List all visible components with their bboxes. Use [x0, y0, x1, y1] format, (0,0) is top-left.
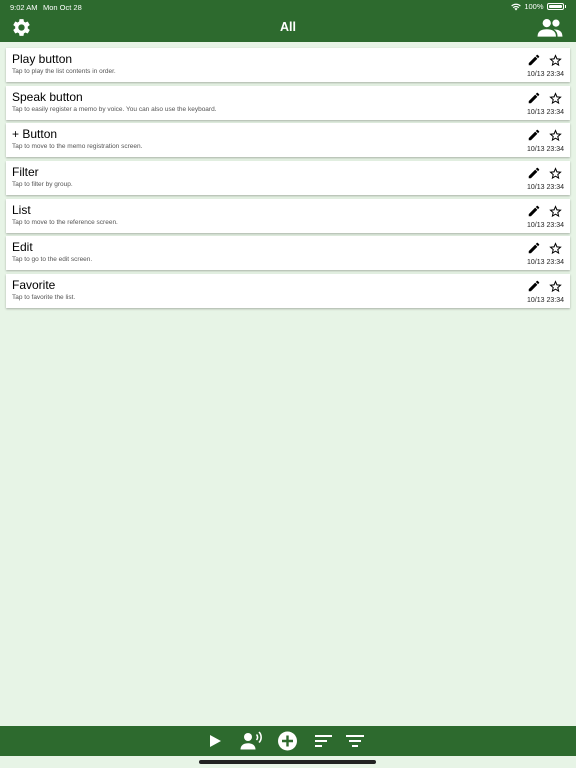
memo-description: Tap to favorite the list.	[12, 294, 76, 302]
pencil-icon[interactable]	[527, 128, 541, 142]
memo-title: Favorite	[12, 278, 56, 293]
star-icon[interactable]	[548, 91, 563, 106]
users-icon[interactable]	[537, 18, 563, 38]
memo-title: Speak button	[12, 89, 83, 104]
list-item[interactable]: Play button Tap to play the list content…	[6, 48, 570, 82]
list-item[interactable]: Edit Tap to go to the edit screen. 10/13…	[6, 236, 570, 271]
list-item[interactable]: List Tap to move to the reference screen…	[6, 198, 570, 233]
list-item[interactable]: Filter Tap to filter by group. 10/13 23:…	[6, 161, 570, 196]
star-icon[interactable]	[548, 241, 563, 256]
memo-timestamp: 10/13 23:34	[527, 146, 564, 154]
pencil-icon[interactable]	[527, 91, 541, 105]
memo-title: Play button	[12, 52, 73, 66]
pencil-icon[interactable]	[527, 166, 541, 180]
home-indicator[interactable]	[199, 760, 376, 764]
star-icon[interactable]	[548, 279, 563, 294]
memo-timestamp: 10/13 23:34	[527, 259, 564, 267]
pencil-icon[interactable]	[527, 279, 541, 293]
memo-timestamp: 10/13 23:34	[527, 184, 564, 192]
memo-description: Tap to easily register a memo by voice. …	[12, 105, 217, 113]
list-icon[interactable]	[314, 731, 334, 751]
battery-icon	[546, 3, 564, 10]
status-indicators: 100%	[511, 2, 566, 11]
star-icon[interactable]	[548, 128, 563, 143]
memo-description: Tap to filter by group.	[12, 181, 73, 189]
speak-icon[interactable]	[240, 731, 264, 751]
memo-description: Tap to move to the memo registration scr…	[12, 143, 143, 151]
star-icon[interactable]	[548, 53, 563, 68]
play-icon[interactable]	[208, 731, 222, 751]
memo-title: Edit	[12, 240, 33, 255]
status-time: 9:02 AM	[10, 3, 38, 12]
add-icon[interactable]	[277, 731, 298, 751]
bottom-toolbar	[0, 726, 576, 756]
status-date: Mon Oct 28	[43, 3, 82, 12]
status-bar: 9:02 AM Mon Oct 28 100%	[0, 0, 576, 14]
pencil-icon[interactable]	[527, 53, 541, 67]
filter-icon[interactable]	[345, 731, 365, 751]
memo-title: Filter	[12, 165, 39, 180]
memo-timestamp: 10/13 23:34	[527, 108, 564, 116]
memo-description: Tap to move to the reference screen.	[12, 218, 118, 226]
memo-title: List	[12, 202, 31, 217]
pencil-icon[interactable]	[527, 204, 541, 218]
memo-timestamp: 10/13 23:34	[527, 297, 564, 305]
battery-percent: 100%	[524, 2, 544, 11]
wifi-icon	[511, 3, 522, 10]
header-bar: 9:02 AM Mon Oct 28 100% All	[0, 0, 576, 42]
list-item[interactable]: Favorite Tap to favorite the list. 10/13…	[6, 274, 570, 309]
star-icon[interactable]	[548, 204, 563, 219]
memo-description: Tap to go to the edit screen.	[12, 256, 93, 264]
battery-nub	[564, 5, 566, 8]
memo-list: Play button Tap to play the list content…	[6, 48, 570, 312]
page-title: All	[280, 20, 296, 34]
memo-description: Tap to play the list contents in order.	[12, 68, 116, 75]
list-item[interactable]: + Button Tap to move to the memo registr…	[6, 123, 570, 158]
star-icon[interactable]	[548, 166, 563, 181]
memo-timestamp: 10/13 23:34	[527, 221, 564, 229]
list-item[interactable]: Speak button Tap to easily register a me…	[6, 85, 570, 120]
pencil-icon[interactable]	[527, 241, 541, 255]
memo-timestamp: 10/13 23:34	[527, 71, 564, 78]
memo-title: + Button	[12, 127, 58, 142]
